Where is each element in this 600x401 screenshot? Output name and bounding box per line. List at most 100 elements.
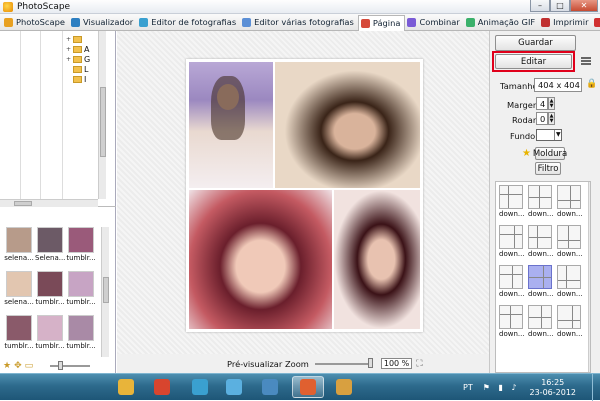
- expand-icon[interactable]: +: [66, 36, 73, 43]
- thumbnail-item[interactable]: selena...: [4, 271, 34, 306]
- folder-list: + + A + G L I: [66, 34, 102, 84]
- window-title: PhotoScape: [17, 1, 71, 12]
- margin-spinner[interactable]: ▲ ▼: [548, 97, 555, 110]
- tab-gif[interactable]: Animação GIF: [464, 15, 539, 30]
- tab-label: Página: [372, 18, 401, 28]
- show-desktop-button[interactable]: [592, 374, 600, 401]
- collage-photo-2[interactable]: [275, 62, 420, 188]
- lock-icon[interactable]: 🔒: [586, 79, 597, 89]
- taskbar-app[interactable]: [328, 376, 360, 398]
- tree-item[interactable]: I: [66, 74, 102, 84]
- photoscape-logo-icon: [3, 1, 13, 12]
- language-indicator[interactable]: PT: [463, 383, 473, 392]
- tree-item[interactable]: + G: [66, 54, 102, 64]
- tab-batch-editor[interactable]: Editor várias fotografias: [240, 15, 358, 30]
- menu-icon[interactable]: [581, 57, 591, 65]
- tab-combine[interactable]: Combinar: [405, 15, 463, 30]
- tab-photoscape[interactable]: PhotoScape: [2, 15, 69, 30]
- zoom-slider[interactable]: [314, 357, 373, 368]
- layout-template[interactable]: down...: [499, 265, 525, 298]
- tab-page[interactable]: Página: [357, 14, 406, 31]
- layout-template[interactable]: down...: [528, 225, 554, 258]
- background-color-picker[interactable]: ▼: [536, 129, 562, 141]
- taskbar-app[interactable]: [110, 376, 142, 398]
- layout-template[interactable]: down...: [528, 185, 554, 218]
- layout-template[interactable]: down...: [557, 305, 583, 338]
- tree-item[interactable]: +: [66, 34, 102, 44]
- expand-icon[interactable]: +: [66, 56, 73, 63]
- collage-photo-4[interactable]: [334, 190, 420, 329]
- layout-template[interactable]: down...: [499, 225, 525, 258]
- minimize-button[interactable]: –: [530, 0, 550, 12]
- thumbnail-size-knob[interactable]: [58, 361, 64, 370]
- rotate-spinner[interactable]: ▲ ▼: [548, 112, 555, 125]
- title-bar: PhotoScape – □ ✕: [0, 0, 600, 14]
- layout-template[interactable]: down...: [499, 305, 525, 338]
- tab-printer[interactable]: Imprimir: [539, 15, 592, 30]
- tree-scroll-thumb[interactable]: [100, 87, 106, 157]
- tray-icons[interactable]: ⚑ ▮ ♪: [483, 383, 520, 392]
- clock[interactable]: 16:25 23-06-2012: [530, 378, 577, 398]
- layout-template[interactable]: down...: [557, 185, 583, 218]
- taskbar-app[interactable]: [218, 376, 250, 398]
- thumbnail-label: tumblr...: [66, 254, 96, 262]
- layout-template[interactable]: down...: [528, 265, 554, 298]
- taskbar-app[interactable]: [146, 376, 178, 398]
- layout-scrollbar[interactable]: [588, 182, 591, 372]
- collage-photo-1[interactable]: [189, 62, 273, 188]
- thumbnail-scroll-thumb[interactable]: [103, 277, 109, 303]
- zoom-knob[interactable]: [367, 357, 373, 368]
- thumbnail-item[interactable]: tumblr...: [4, 315, 34, 350]
- taskbar-app[interactable]: [292, 376, 324, 398]
- collage-page[interactable]: [186, 59, 423, 332]
- layout-preview: [499, 305, 523, 329]
- thumbnail-item[interactable]: tumblr...: [66, 271, 96, 306]
- thumbnail-image: [68, 271, 94, 297]
- tree-item[interactable]: + A: [66, 44, 102, 54]
- layout-template[interactable]: down...: [557, 265, 583, 298]
- layout-template[interactable]: down...: [499, 185, 525, 218]
- size-field[interactable]: 404 x 404: [534, 78, 582, 92]
- tab-editor[interactable]: Editor de fotografias: [137, 15, 240, 30]
- filter-button[interactable]: Filtro: [535, 162, 561, 175]
- thumbnail-size-slider[interactable]: [50, 361, 91, 370]
- fit-to-window-icon[interactable]: ⛶: [416, 359, 422, 369]
- chevron-down-icon: ▼: [556, 131, 561, 138]
- tree-vertical-scrollbar[interactable]: [98, 31, 106, 199]
- thumbnail-item[interactable]: Selena...: [35, 227, 65, 262]
- thumbnail-item[interactable]: tumblr...: [66, 227, 96, 262]
- save-button[interactable]: Guardar: [495, 35, 576, 51]
- close-button[interactable]: ✕: [570, 0, 598, 12]
- layout-template[interactable]: down...: [557, 225, 583, 258]
- taskbar-app[interactable]: [254, 376, 286, 398]
- frame-button[interactable]: Moldura: [533, 147, 567, 160]
- expand-icon[interactable]: +: [66, 46, 73, 53]
- margin-field[interactable]: 4: [536, 97, 548, 110]
- thumbnail-scrollbar[interactable]: [101, 227, 109, 357]
- tree-hscroll-thumb[interactable]: [14, 201, 32, 206]
- tab-help[interactable]: Ajuda: [592, 15, 600, 30]
- folder-icon[interactable]: ▭: [25, 361, 34, 371]
- thumbnail-item[interactable]: tumblr...: [35, 271, 65, 306]
- maximize-button[interactable]: □: [550, 0, 570, 12]
- layout-template[interactable]: down...: [528, 305, 554, 338]
- clock-date: 23-06-2012: [529, 387, 577, 397]
- edit-button[interactable]: Editar: [495, 54, 572, 69]
- layout-label: down...: [557, 250, 583, 258]
- thumbnail-item[interactable]: tumblr...: [66, 315, 96, 350]
- star-icon[interactable]: ★: [3, 361, 11, 371]
- tab-viewer[interactable]: Visualizador: [69, 15, 137, 30]
- tree-horizontal-scrollbar[interactable]: [0, 199, 98, 207]
- rotate-field[interactable]: 0: [536, 112, 548, 125]
- thumbnail-item[interactable]: selena...: [4, 227, 34, 262]
- messenger-icon: [192, 379, 208, 395]
- layout-scroll-thumb[interactable]: [590, 186, 591, 226]
- thumbnail-label: tumblr...: [35, 342, 65, 350]
- taskbar-app[interactable]: [184, 376, 216, 398]
- zoom-value: 100 %: [380, 358, 413, 369]
- thumbnail-item[interactable]: tumblr...: [35, 315, 65, 350]
- collage-photo-3[interactable]: [189, 190, 332, 329]
- tree-item[interactable]: L: [66, 64, 102, 74]
- rotate-icon[interactable]: ✥: [14, 361, 22, 371]
- thumbnail-label: selena...: [4, 254, 34, 262]
